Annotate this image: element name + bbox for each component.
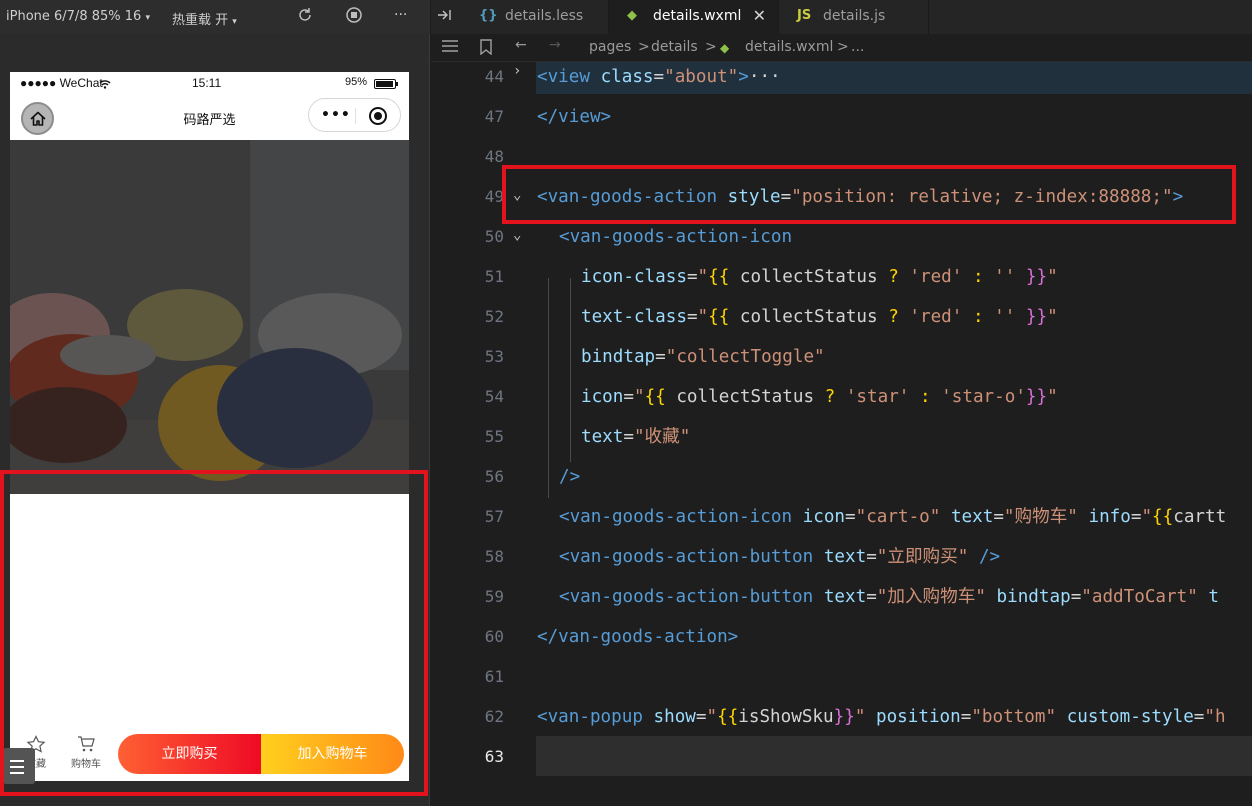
code-line: 55 text="收藏" xyxy=(484,427,691,447)
clock-time: 15:11 xyxy=(192,76,222,90)
code-line: 50 ⌄ <van-goods-action-icon xyxy=(431,224,1252,264)
back-icon[interactable]: ← xyxy=(515,37,527,53)
breadcrumb: ← → pages > details > ◆ details.wxml > .… xyxy=(431,34,1252,62)
product-image xyxy=(10,140,409,494)
capsule-menu[interactable]: ••• xyxy=(308,98,401,132)
code-line: 57 <van-goods-action-icon icon="cart-o" … xyxy=(484,507,1227,527)
breadcrumb-separator: > xyxy=(638,39,650,55)
bookmark-icon[interactable] xyxy=(479,39,493,59)
code-line: 58 <van-goods-action-button text="立即购买" … xyxy=(484,547,1001,567)
code-line: 51 icon-class="{{ collectStatus ? 'red' … xyxy=(484,267,1058,287)
battery-percent: 95% xyxy=(345,76,368,88)
floating-menu-icon[interactable] xyxy=(3,748,35,784)
wxml-file-icon: ◆ xyxy=(627,8,637,23)
editor-tab-bar: {} details.less ◆ details.wxml ✕ JS deta… xyxy=(431,0,1252,34)
refresh-icon[interactable] xyxy=(296,6,314,28)
breadcrumb-file[interactable]: details.wxml xyxy=(745,39,833,55)
cart-icon xyxy=(78,736,95,752)
menu-dots-icon[interactable]: ••• xyxy=(321,107,351,123)
code-line: 61 xyxy=(484,667,504,686)
mini-program-navbar: 码路严选 ••• xyxy=(10,94,409,140)
device-selector[interactable]: iPhone 6/7/8 85% 16 ▾ xyxy=(6,9,150,24)
code-line: 48 xyxy=(484,147,504,166)
code-line-current: 63 xyxy=(484,747,504,766)
code-line: 44 › <view class="about">··· xyxy=(431,63,1252,104)
less-file-icon: {} xyxy=(479,8,498,23)
goods-action-bar: 收藏 购物车 立即购买 加入购物车 xyxy=(10,729,409,781)
add-to-cart-button[interactable]: 加入购物车 xyxy=(261,734,404,774)
code-line: 62 <van-popup show="{{isShowSku}}" posit… xyxy=(484,707,1226,727)
code-editor: {} details.less ◆ details.wxml ✕ JS deta… xyxy=(431,0,1252,806)
carrier-label: ●●●●● WeChat xyxy=(20,76,103,90)
code-line: 47 </view> xyxy=(484,107,612,127)
breadcrumb-pages[interactable]: pages xyxy=(589,39,631,55)
code-line: 54 icon="{{ collectStatus ? 'star' : 'st… xyxy=(484,387,1058,407)
breadcrumb-details[interactable]: details xyxy=(651,39,698,55)
fold-chevron-down-icon[interactable]: ⌄ xyxy=(513,222,521,248)
status-bar: ●●●●● WeChat 15:11 95% xyxy=(10,72,409,94)
forward-icon[interactable]: → xyxy=(549,37,561,53)
breadcrumb-separator: > xyxy=(837,39,849,55)
tab-details-less[interactable]: {} details.less xyxy=(461,0,609,34)
wxml-file-icon: ◆ xyxy=(720,41,730,55)
phone-screen: ●●●●● WeChat 15:11 95% 码路严选 ••• 收藏 购物车 立… xyxy=(10,72,409,781)
tab-details-js[interactable]: JS details.js xyxy=(779,0,929,34)
code-line: 49 ⌄ <van-goods-action style="position: … xyxy=(431,184,1252,224)
tab-label: details.js xyxy=(823,8,886,24)
cart-action[interactable]: 购物车 xyxy=(64,735,108,775)
more-icon[interactable]: ··· xyxy=(394,7,407,23)
fold-chevron-icon[interactable]: › xyxy=(513,58,521,84)
tab-label: details.less xyxy=(505,8,584,24)
toggle-sidebar-icon[interactable] xyxy=(437,8,453,26)
simulator-pane: iPhone 6/7/8 85% 16 ▾ 热重载 开 ▾ ··· ●●●●● … xyxy=(0,0,430,806)
code-area[interactable]: 44 › <view class="about">··· 47 </view> … xyxy=(431,62,1252,806)
buy-now-button[interactable]: 立即购买 xyxy=(118,734,261,774)
close-miniprogram-icon[interactable] xyxy=(369,107,387,125)
simulator-toolbar: iPhone 6/7/8 85% 16 ▾ 热重载 开 ▾ ··· xyxy=(0,0,430,34)
capsule-divider xyxy=(355,108,356,124)
product-overlay xyxy=(10,140,409,494)
code-line: 52 text-class="{{ collectStatus ? 'red' … xyxy=(484,307,1058,327)
wifi-icon xyxy=(99,78,111,92)
hot-reload-toggle[interactable]: 热重载 开 ▾ xyxy=(172,9,237,28)
battery-icon xyxy=(374,79,398,89)
close-tab-icon[interactable]: ✕ xyxy=(753,0,766,32)
code-line: 56 /> xyxy=(484,467,581,487)
breadcrumb-separator: > xyxy=(705,39,717,55)
breadcrumb-ellipsis[interactable]: ... xyxy=(851,39,864,55)
code-line: 53 bindtap="collectToggle" xyxy=(484,347,825,367)
cart-label: 购物车 xyxy=(71,759,101,770)
stop-icon[interactable] xyxy=(345,6,363,28)
js-file-icon: JS xyxy=(797,8,812,23)
list-icon[interactable] xyxy=(441,39,459,57)
code-line: 59 <van-goods-action-button text="加入购物车"… xyxy=(484,587,1219,607)
tab-details-wxml[interactable]: ◆ details.wxml ✕ xyxy=(609,0,779,34)
code-line: 60 </van-goods-action> xyxy=(484,627,739,647)
fold-chevron-down-icon[interactable]: ⌄ xyxy=(513,182,521,208)
tab-label: details.wxml xyxy=(653,8,742,24)
battery-fill xyxy=(376,81,394,87)
